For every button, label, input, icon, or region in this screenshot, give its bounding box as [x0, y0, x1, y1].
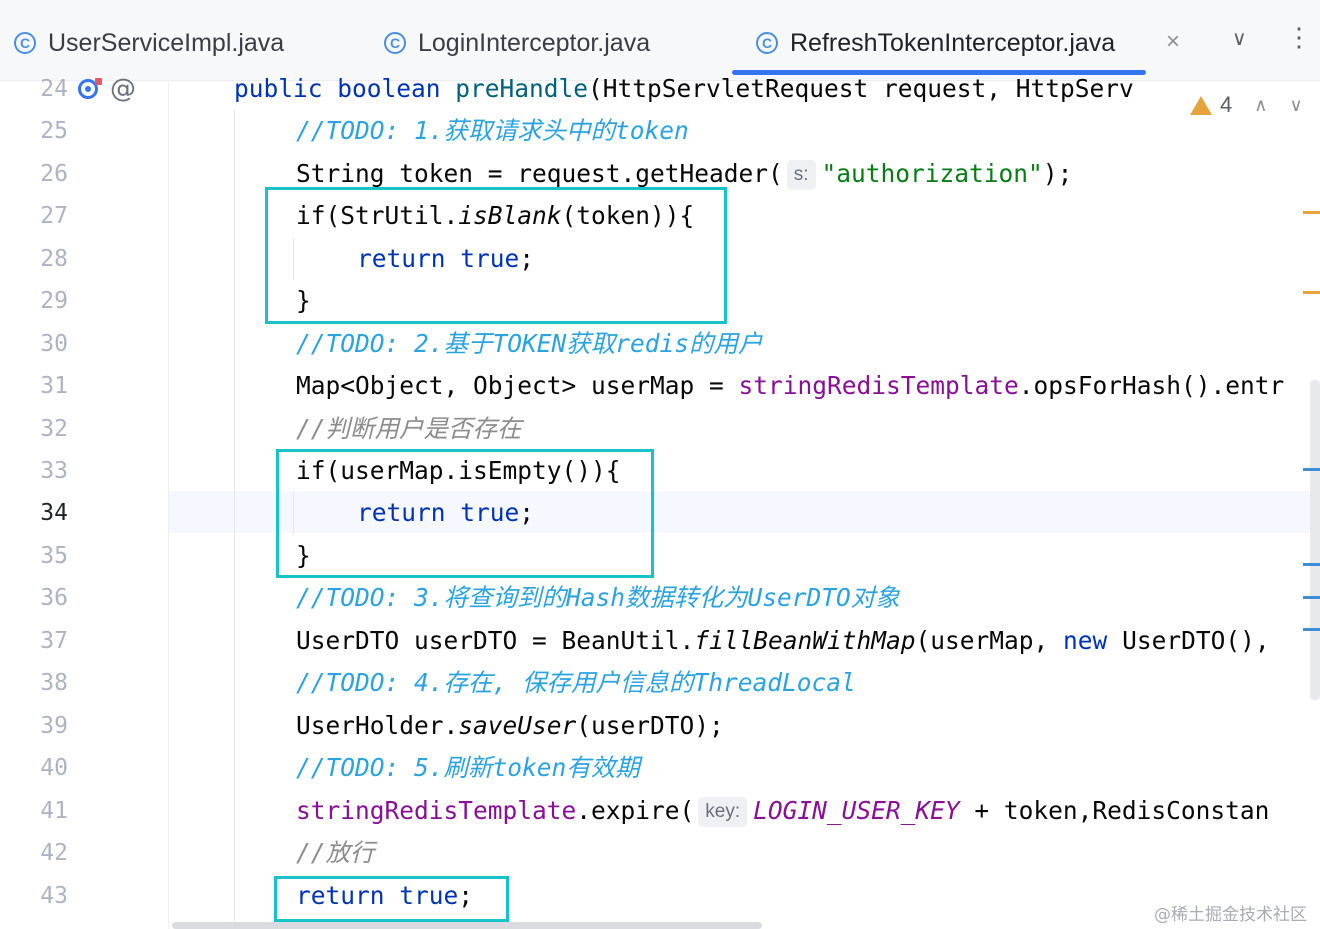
- line-number: 29: [40, 288, 68, 314]
- comment: //放行: [296, 838, 375, 867]
- code-text: (userMap,: [915, 626, 1064, 655]
- line-number: 43: [40, 883, 68, 909]
- code-line-38[interactable]: //TODO: 4.存在, 保存用户信息的ThreadLocal: [296, 662, 856, 704]
- class-icon: C: [756, 32, 778, 54]
- chevron-down-icon[interactable]: ∨: [1232, 26, 1247, 51]
- next-highlight-icon[interactable]: ∨: [1289, 95, 1302, 116]
- line-number: 38: [40, 670, 68, 696]
- annotation-icon[interactable]: @: [110, 74, 136, 104]
- field-reference: stringRedisTemplate: [738, 371, 1019, 400]
- line-number: 30: [40, 331, 68, 357]
- tab-logininterceptor[interactable]: C LoginInterceptor.java: [384, 18, 650, 68]
- field-reference: stringRedisTemplate: [296, 796, 577, 825]
- comment: //判断用户是否存在: [296, 414, 522, 443]
- horizontal-scrollbar[interactable]: [172, 922, 762, 929]
- code-text: .opsForHash().entr: [1018, 371, 1285, 400]
- line-number: 25: [40, 118, 68, 144]
- code-line-25[interactable]: //TODO: 1.获取请求头中的token: [296, 110, 689, 152]
- tab-label: RefreshTokenInterceptor.java: [790, 28, 1116, 57]
- indent-guide: [234, 110, 235, 922]
- line-number: 31: [40, 373, 68, 399]
- watermark: @稀土掘金技术社区: [1154, 905, 1307, 925]
- class-icon: C: [384, 32, 406, 54]
- code-text: Map<Object, Object> userMap =: [296, 371, 739, 400]
- code-line-31[interactable]: Map<Object, Object> userMap = stringRedi…: [296, 365, 1284, 407]
- info-stripe-marker[interactable]: [1303, 628, 1320, 631]
- parameter-hint: s:: [786, 160, 816, 190]
- line-number-current: 34: [40, 500, 68, 526]
- code-text: UserHolder.: [296, 711, 459, 740]
- string-literal: "authorization": [821, 159, 1043, 188]
- todo-comment: //TODO: 5.刷新token有效期: [296, 753, 640, 782]
- info-stripe-marker[interactable]: [1303, 468, 1320, 471]
- highlight-box-final-return: [274, 876, 509, 922]
- tab-label: UserServiceImpl.java: [48, 28, 285, 57]
- info-stripe-marker[interactable]: [1303, 596, 1320, 599]
- code-line-40[interactable]: //TODO: 5.刷新token有效期: [296, 747, 640, 789]
- previous-highlight-icon[interactable]: ∧: [1254, 95, 1267, 116]
- line-number: 36: [40, 585, 68, 611]
- line-number: 35: [40, 543, 68, 569]
- line-number: 33: [40, 458, 68, 484]
- warning-count: 4: [1220, 92, 1233, 117]
- line-number: 27: [40, 203, 68, 229]
- line-number: 37: [40, 628, 68, 654]
- constant-reference: LOGIN_USER_KEY: [753, 796, 960, 825]
- todo-comment: //TODO: 3.将查询到的Hash数据转化为UserDTO对象: [296, 583, 900, 612]
- warning-stripe-marker[interactable]: [1303, 291, 1320, 294]
- code-line-39[interactable]: UserHolder.saveUser(userDTO);: [296, 705, 724, 747]
- todo-comment: //TODO: 4.存在, 保存用户信息的ThreadLocal: [296, 668, 856, 697]
- line-number: 24: [40, 76, 68, 102]
- code-line-30[interactable]: //TODO: 2.基于TOKEN获取redis的用户: [296, 323, 763, 365]
- line-number: 32: [40, 416, 68, 442]
- breakpoint-marker-icon: [95, 78, 102, 85]
- tab-userserviceimpl[interactable]: C UserServiceImpl.java: [14, 18, 284, 68]
- code-text: String token = request.getHeader(: [296, 159, 783, 188]
- keyword: public boolean: [234, 74, 456, 103]
- vertical-scrollbar[interactable]: [1310, 380, 1320, 700]
- class-icon: C: [14, 32, 36, 54]
- code-line-37[interactable]: UserDTO userDTO = BeanUtil.fillBeanWithM…: [296, 620, 1270, 662]
- line-number: 40: [40, 755, 68, 781]
- warning-stripe-marker[interactable]: [1303, 211, 1320, 214]
- code-text: UserDTO userDTO = BeanUtil.: [296, 626, 695, 655]
- method-name: preHandle: [455, 74, 589, 103]
- code-text: (HttpServletRequest request, HttpServ: [588, 74, 1134, 103]
- inspection-widget[interactable]: 4 ∧ ∨: [1190, 92, 1303, 118]
- current-line-highlight: [0, 491, 1320, 533]
- tab-refreshtokeninterceptor[interactable]: C RefreshTokenInterceptor.java: [756, 18, 1115, 68]
- line-number: 28: [40, 246, 68, 272]
- code-line-24[interactable]: public boolean preHandle(HttpServletRequ…: [234, 68, 1134, 110]
- close-icon[interactable]: ×: [1166, 28, 1180, 56]
- line-number: 39: [40, 713, 68, 739]
- code-text: );: [1042, 159, 1073, 188]
- static-method: fillBeanWithMap: [694, 626, 916, 655]
- todo-comment: //TODO: 2.基于TOKEN获取redis的用户: [296, 329, 763, 358]
- line-number: 41: [40, 798, 68, 824]
- code-text: + token,RedisConstan: [959, 796, 1270, 825]
- code-line-41[interactable]: stringRedisTemplate.expire(key: LOGIN_USE…: [296, 790, 1269, 832]
- highlight-box-empty-user-check: [276, 449, 654, 578]
- keyword: new: [1063, 626, 1108, 655]
- more-options-icon[interactable]: ⋮: [1286, 22, 1312, 53]
- code-line-36[interactable]: //TODO: 3.将查询到的Hash数据转化为UserDTO对象: [296, 577, 900, 619]
- line-number: 26: [40, 161, 68, 187]
- todo-comment: //TODO: 1.获取请求头中的token: [296, 116, 689, 145]
- tab-label: LoginInterceptor.java: [418, 28, 651, 57]
- code-text: .expire(: [576, 796, 695, 825]
- code-line-32[interactable]: //判断用户是否存在: [296, 408, 522, 450]
- code-line-42[interactable]: //放行: [296, 832, 375, 874]
- line-number: 42: [40, 840, 68, 866]
- code-text: (userDTO);: [576, 711, 724, 740]
- parameter-hint: key:: [698, 797, 748, 827]
- static-method: saveUser: [458, 711, 577, 740]
- code-text: UserDTO(),: [1107, 626, 1270, 655]
- highlight-box-blank-token-check: [265, 187, 727, 324]
- info-stripe-marker[interactable]: [1303, 563, 1320, 566]
- warning-icon: [1190, 95, 1212, 115]
